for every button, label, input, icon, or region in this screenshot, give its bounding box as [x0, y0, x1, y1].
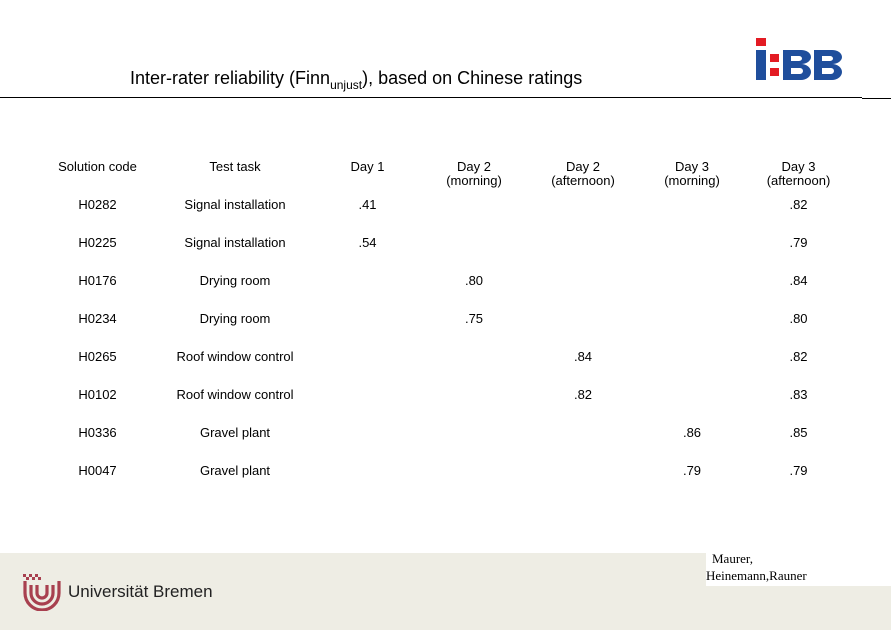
table-row: H0265 Roof window control .84 .82 [40, 350, 851, 388]
authors-line1: Maurer, [712, 551, 753, 566]
slide-title: Inter-rater reliability (Finnunjust), ba… [130, 68, 582, 92]
cell-day3-morning: .86 [682, 425, 702, 440]
header-line2: (afternoon) [551, 173, 615, 188]
title-main: Inter-rater reliability (Finn [130, 68, 331, 88]
cell-day2-afternoon [528, 426, 638, 464]
cell-day3-morning [638, 198, 746, 236]
cell-solution-code: H0265 [78, 349, 117, 364]
cell-day3-morning [638, 274, 746, 312]
cell-day3-morning: .79 [682, 463, 702, 478]
table-row: H0234 Drying room .75 .80 [40, 312, 851, 350]
header-day2-morning: Day 2 (morning) [420, 160, 528, 198]
cell-day2-afternoon [528, 274, 638, 312]
header-line1: Day 1 [350, 159, 385, 174]
university-name: Universität Bremen [68, 582, 213, 601]
cell-day3-afternoon: .82 [789, 197, 808, 212]
header-test-task: Test task [155, 160, 315, 198]
cell-day2-morning [420, 198, 528, 236]
cell-day2-morning [420, 388, 528, 426]
cell-day2-afternoon [528, 312, 638, 350]
cell-day3-afternoon: .79 [789, 463, 808, 478]
cell-solution-code: H0336 [78, 425, 117, 440]
cell-day3-morning [638, 236, 746, 274]
cell-test-task: Roof window control [176, 349, 294, 364]
cell-day1 [315, 312, 420, 350]
cell-solution-code: H0102 [78, 387, 117, 402]
authors-box: Maurer, Heinemann,Rauner [706, 550, 891, 586]
cell-test-task: Gravel plant [199, 463, 271, 478]
cell-day2-morning: .80 [464, 273, 484, 288]
table-row: H0282 Signal installation .41 .82 [40, 198, 851, 236]
cell-day2-morning [420, 426, 528, 464]
cell-test-task: Drying room [199, 273, 271, 288]
header-line1: Test task [209, 159, 261, 174]
cell-day1: .54 [358, 235, 377, 250]
cell-day1 [315, 426, 420, 464]
cell-day1 [315, 350, 420, 388]
cell-day2-morning: .75 [464, 311, 484, 326]
header-day2-afternoon: Day 2 (afternoon) [528, 160, 638, 198]
reliability-table: Solution code Test task Day 1 Day 2 (morn… [40, 160, 851, 502]
cell-day2-afternoon: .84 [573, 349, 593, 364]
header-line1: Solution code [58, 159, 137, 174]
cell-day3-afternoon: .82 [789, 349, 808, 364]
header-line1: Day 2 [566, 159, 600, 174]
title-subscript: unjust [330, 78, 363, 92]
cell-day3-afternoon: .79 [789, 235, 808, 250]
table-row: H0102 Roof window control .82 .83 [40, 388, 851, 426]
cell-day1: .41 [358, 197, 377, 212]
cell-solution-code: H0282 [78, 197, 117, 212]
table-row: H0225 Signal installation .54 .79 [40, 236, 851, 274]
header-solution-code: Solution code [40, 160, 155, 198]
cell-test-task: Drying room [199, 311, 271, 326]
cell-day2-morning [420, 350, 528, 388]
table-header-row: Solution code Test task Day 1 Day 2 (morn… [40, 160, 851, 198]
header-day3-morning: Day 3 (morning) [638, 160, 746, 198]
header-line2: (morning) [664, 173, 720, 188]
ibb-logo-icon [756, 38, 842, 80]
header-line2: (morning) [446, 173, 502, 188]
universitaet-bremen-logo-icon [23, 574, 61, 611]
header-line2: (afternoon) [766, 173, 831, 188]
cell-solution-code: H0176 [78, 273, 117, 288]
cell-day3-afternoon: .84 [789, 273, 808, 288]
cell-solution-code: H0234 [78, 311, 117, 326]
header-day1: Day 1 [315, 160, 420, 198]
table-row: H0336 Gravel plant .86 .85 [40, 426, 851, 464]
header-line1: Day 2 [457, 159, 491, 174]
cell-day3-morning [638, 312, 746, 350]
cell-day1 [315, 388, 420, 426]
title-divider-right [862, 98, 891, 99]
cell-day3-afternoon: .83 [789, 387, 808, 402]
cell-day2-afternoon [528, 198, 638, 236]
cell-day3-morning [638, 350, 746, 388]
cell-day2-afternoon [528, 236, 638, 274]
cell-day3-morning [638, 388, 746, 426]
cell-test-task: Signal installation [184, 235, 286, 250]
cell-day2-afternoon: .82 [573, 387, 593, 402]
table-row: H0176 Drying room .80 .84 [40, 274, 851, 312]
cell-day2-morning [420, 236, 528, 274]
cell-solution-code: H0047 [78, 463, 117, 478]
header-line1: Day 3 [675, 159, 709, 174]
cell-day1 [315, 274, 420, 312]
header-line1: Day 3 [781, 159, 816, 174]
cell-day3-afternoon: .85 [789, 425, 808, 440]
cell-day3-afternoon: .80 [789, 311, 808, 326]
title-divider [0, 97, 862, 98]
cell-day2-morning [420, 464, 528, 502]
cell-test-task: Signal installation [184, 197, 286, 212]
authors-line2: Heinemann,Rauner [706, 568, 807, 583]
title-tail: ), based on Chinese ratings [362, 68, 583, 88]
table-row: H0047 Gravel plant .79 .79 [40, 464, 851, 502]
header-day3-afternoon: Day 3 (afternoon) [746, 160, 851, 198]
cell-solution-code: H0225 [78, 235, 117, 250]
cell-test-task: Gravel plant [199, 425, 271, 440]
cell-day2-afternoon [528, 464, 638, 502]
cell-day1 [315, 464, 420, 502]
cell-test-task: Roof window control [176, 387, 294, 402]
